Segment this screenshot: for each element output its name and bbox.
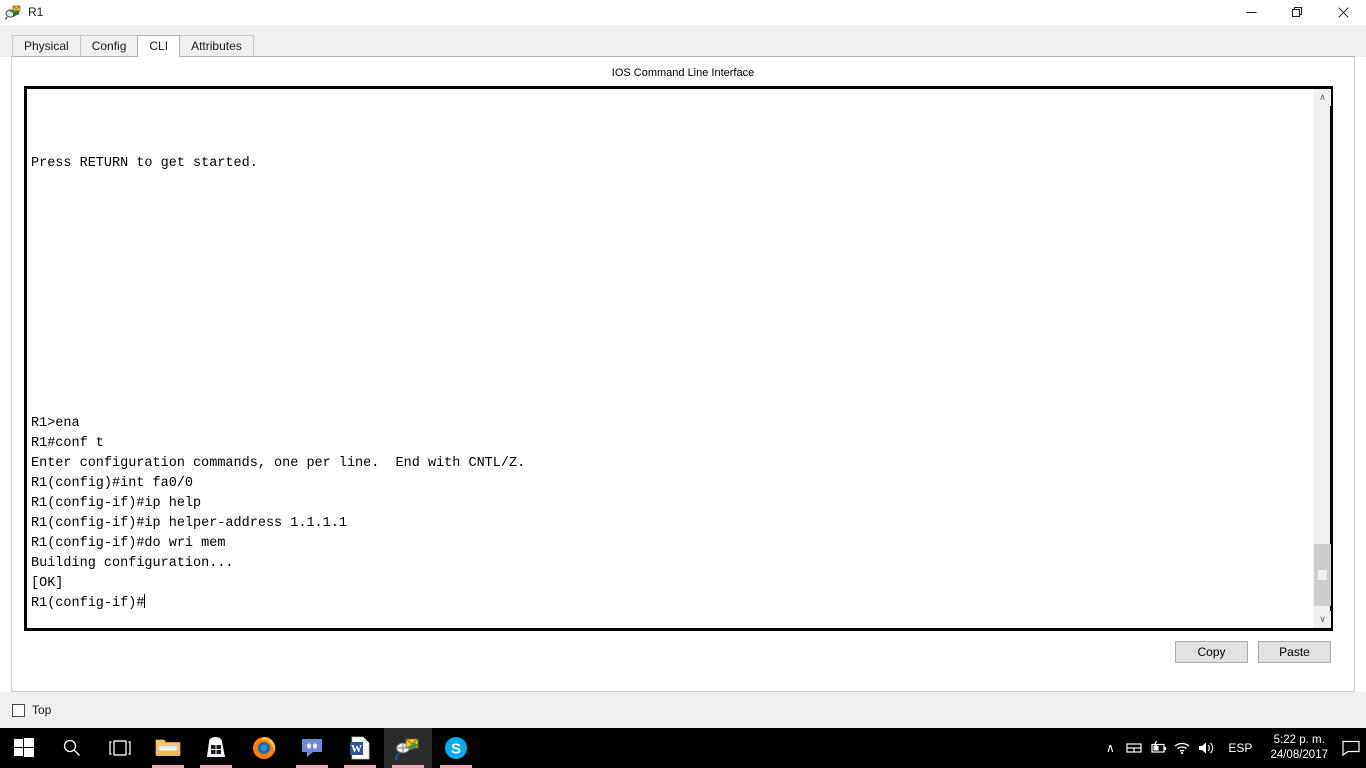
battery-icon[interactable]: [1146, 728, 1170, 768]
clock[interactable]: 5:22 p. m. 24/08/2017: [1262, 733, 1336, 763]
volume-icon[interactable]: [1194, 728, 1218, 768]
packet-tracer-icon[interactable]: [384, 728, 432, 768]
bottom-bar: Top: [0, 692, 1366, 728]
language-indicator[interactable]: ESP: [1218, 741, 1262, 755]
svg-text:S: S: [451, 741, 461, 758]
window-titlebar: R1: [0, 0, 1366, 25]
start-button[interactable]: [0, 728, 48, 768]
terminal-prompt: R1(config-if)#: [31, 596, 145, 611]
clock-date: 24/08/2017: [1270, 749, 1328, 761]
paste-button[interactable]: Paste: [1258, 641, 1331, 663]
word-icon[interactable]: W: [336, 728, 384, 768]
scrollbar-grip: [1318, 570, 1327, 580]
top-checkbox[interactable]: [12, 703, 25, 717]
microsoft-store-icon[interactable]: [192, 728, 240, 768]
tab-physical[interactable]: Physical: [12, 35, 81, 57]
skype-icon[interactable]: S: [432, 728, 480, 768]
terminal-container: Press RETURN to get started. R1>ena R1#c…: [24, 86, 1333, 631]
text-caret: [144, 594, 146, 608]
copy-button[interactable]: Copy: [1175, 641, 1248, 663]
scroll-down-arrow-icon[interactable]: ∨: [1314, 611, 1331, 628]
scroll-up-arrow-icon[interactable]: ∧: [1314, 89, 1331, 106]
tab-cli[interactable]: CLI: [137, 35, 181, 57]
firefox-icon[interactable]: [240, 728, 288, 768]
discord-icon[interactable]: [288, 728, 336, 768]
top-checkbox-label: Top: [32, 703, 52, 717]
tab-config[interactable]: Config: [79, 35, 139, 57]
action-center-icon[interactable]: [1336, 728, 1366, 768]
maximize-button[interactable]: [1274, 0, 1320, 25]
panel-heading: IOS Command Line Interface: [611, 67, 755, 79]
action-buttons: Copy Paste: [1175, 641, 1331, 663]
minimize-button[interactable]: [1228, 0, 1274, 25]
cli-tab-panel: IOS Command Line Interface Press RETURN …: [11, 56, 1355, 692]
search-icon[interactable]: [48, 728, 96, 768]
terminal-text: Press RETURN to get started. R1>ena R1#c…: [31, 156, 526, 591]
task-view-icon[interactable]: [96, 728, 144, 768]
tab-strip: Physical Config CLI Attributes: [0, 25, 1366, 57]
scrollbar-thumb[interactable]: [1314, 544, 1331, 606]
system-tray: ∧ ESP 5:22 p. m. 24/08/2017: [1098, 728, 1366, 768]
window-controls: [1228, 0, 1366, 25]
wifi-icon[interactable]: [1170, 728, 1194, 768]
window-title: R1: [28, 5, 44, 19]
network-tray-icon[interactable]: [1122, 728, 1146, 768]
tray-overflow-chevron-icon[interactable]: ∧: [1098, 728, 1122, 768]
terminal-prompt-line: R1(config-if)#: [31, 594, 1313, 614]
terminal-scrollbar[interactable]: ∧ ∨: [1313, 89, 1331, 628]
router-icon: [4, 5, 21, 21]
clock-time: 5:22 p. m.: [1273, 734, 1325, 746]
svg-text:W: W: [351, 743, 362, 755]
terminal-output[interactable]: Press RETURN to get started. R1>ena R1#c…: [27, 89, 1313, 628]
tab-attributes[interactable]: Attributes: [179, 35, 254, 57]
close-button[interactable]: [1320, 0, 1366, 25]
windows-taskbar: W S ∧ ESP 5:22 p. m. 24/08/2017: [0, 728, 1366, 768]
file-explorer-icon[interactable]: [144, 728, 192, 768]
